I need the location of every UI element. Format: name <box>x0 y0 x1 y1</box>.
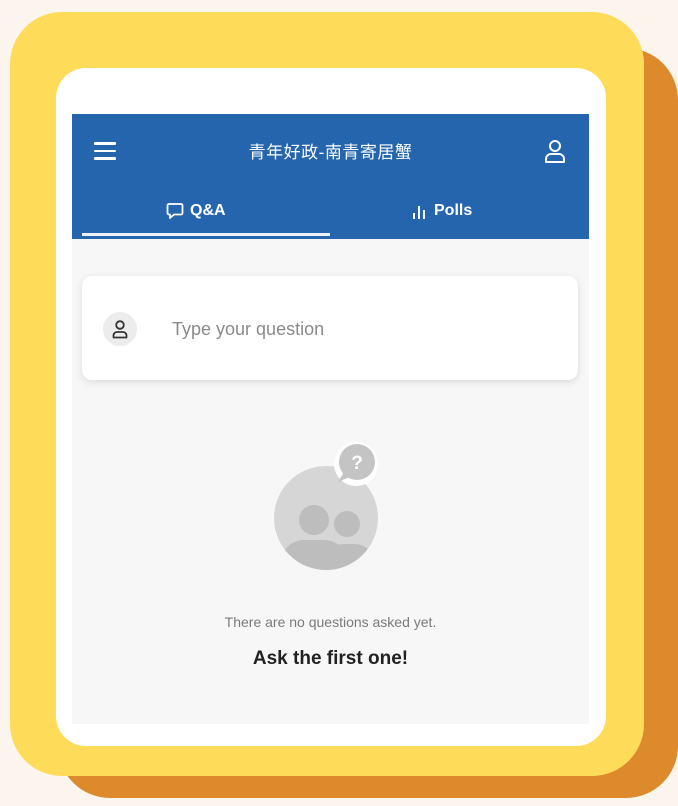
avatar <box>103 312 137 346</box>
active-tab-indicator <box>82 233 330 236</box>
tab-polls[interactable]: Polls <box>332 198 589 239</box>
app-area: 青年好政-南青寄居蟹 Q&A Polls Type your question … <box>72 114 589 724</box>
user-icon <box>112 320 128 339</box>
tab-polls-label: Polls <box>434 202 473 219</box>
chat-bubble-icon <box>166 203 184 219</box>
empty-state-message: There are no questions asked yet. <box>224 614 437 630</box>
question-input-card[interactable] <box>82 276 578 380</box>
user-profile-icon[interactable] <box>543 138 567 164</box>
phone-screen: 青年好政-南青寄居蟹 Q&A Polls Type your question … <box>56 68 606 746</box>
people-question-icon: ? <box>274 442 378 570</box>
bar-chart-icon <box>413 206 425 219</box>
hamburger-menu-icon[interactable] <box>94 142 116 160</box>
tab-qa-label: Q&A <box>190 202 226 219</box>
app-title: 青年好政-南青寄居蟹 <box>248 143 413 162</box>
question-input[interactable] <box>172 316 552 342</box>
app-header: 青年好政-南青寄居蟹 Q&A Polls <box>72 114 589 239</box>
svg-text:?: ? <box>351 453 363 474</box>
empty-state-cta: Ask the first one! <box>252 648 409 669</box>
